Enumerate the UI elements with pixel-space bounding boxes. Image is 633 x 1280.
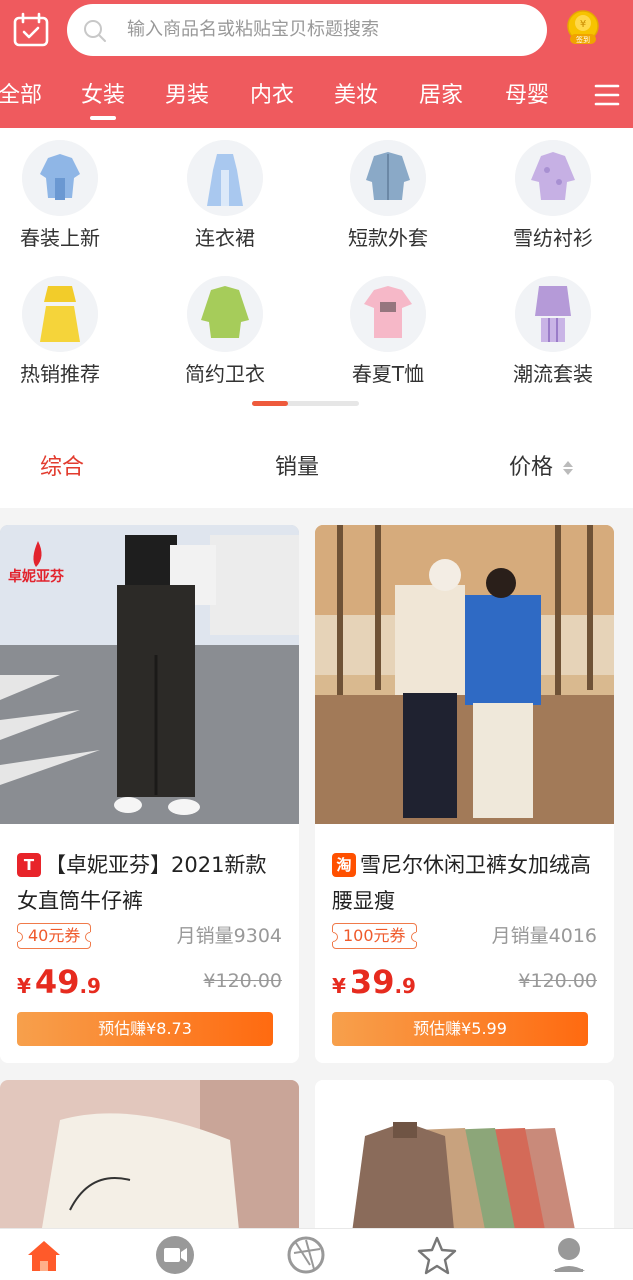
subcat-label: 春装上新 (20, 226, 100, 250)
subcategory-panel: 春装上新 连衣裙 短款外套 雪纺衬衫 热销推荐 简约卫衣 春夏T恤 潮流套装 综… (0, 128, 633, 508)
subcat-label: 雪纺衬衫 (513, 226, 593, 250)
header-bar: 输入商品名或粘贴宝贝标题搜索 ¥ 签到 全部 女装 男装 内衣 美妆 居家 母婴 (0, 0, 633, 128)
taobao-badge-icon: 淘 (332, 853, 356, 877)
product-image (0, 1080, 299, 1240)
product-title-text: 【卓妮亚芬】2021新款女直筒牛仔裤 (17, 853, 267, 913)
video-icon[interactable] (153, 1235, 197, 1275)
original-price: ¥120.00 (518, 970, 597, 992)
hoodie-thumbnail (187, 276, 263, 352)
search-placeholder[interactable]: 输入商品名或粘贴宝贝标题搜索 (127, 4, 379, 56)
product-title-text: 雪尼尔休闲卫裤女加绒高腰显瘦 (332, 853, 591, 913)
price-integer: 39 (349, 963, 395, 1001)
tshirt-thumbnail (350, 276, 426, 352)
product-card[interactable]: 淘雪尼尔休闲卫裤女加绒高腰显瘦 100元券 月销量4016 ¥39.9 ¥120… (315, 525, 614, 1063)
aperture-icon[interactable] (284, 1235, 328, 1275)
product-title: T 【卓妮亚芬】2021新款女直筒牛仔裤 (17, 847, 287, 919)
bottom-nav (0, 1228, 633, 1280)
original-price: ¥120.00 (203, 970, 282, 992)
subcat-label: 连衣裙 (195, 226, 255, 250)
coupon-badge[interactable]: 100元券 (332, 923, 417, 949)
subcat-spring-new[interactable]: 春装上新 (0, 140, 135, 251)
subcat-label: 简约卫衣 (185, 362, 265, 386)
product-image (315, 525, 614, 824)
page-indicator (252, 401, 359, 406)
checkin-label: 签到 (576, 35, 590, 44)
subcat-tshirt[interactable]: 春夏T恤 (313, 276, 463, 387)
subcat-label: 春夏T恤 (351, 362, 425, 386)
product-title: 淘雪尼尔休闲卫裤女加绒高腰显瘦 (332, 847, 602, 919)
tab-all[interactable]: 全部 (0, 76, 42, 116)
tab-home[interactable]: 居家 (419, 76, 463, 116)
subcat-label: 热销推荐 (20, 362, 100, 386)
price-decimal: .9 (394, 974, 416, 998)
sort-arrows-icon (563, 461, 573, 475)
current-price: ¥39.9 (332, 963, 416, 1001)
tab-beauty[interactable]: 美妆 (334, 76, 378, 116)
tab-underwear[interactable]: 内衣 (250, 76, 294, 116)
svg-text:¥: ¥ (580, 19, 586, 30)
sort-sales[interactable]: 销量 (275, 440, 319, 496)
subcat-hot-picks[interactable]: 热销推荐 (0, 276, 135, 387)
dress-thumbnail (187, 140, 263, 216)
category-tabs: 全部 女装 男装 内衣 美妆 居家 母婴 (0, 76, 633, 120)
current-price: ¥49.9 (17, 963, 101, 1001)
yellow-set-thumbnail (22, 276, 98, 352)
tab-baby[interactable]: 母婴 (505, 76, 549, 116)
monthly-sales: 月销量9304 (176, 925, 282, 947)
product-image: 卓妮亚芬 (0, 525, 299, 824)
product-card[interactable] (315, 1080, 614, 1240)
page-indicator-active (252, 401, 288, 406)
subcat-dress[interactable]: 连衣裙 (150, 140, 300, 251)
price-decimal: .9 (79, 974, 101, 998)
subcat-short-jacket[interactable]: 短款外套 (313, 140, 463, 251)
home-icon[interactable] (22, 1235, 66, 1275)
checkin-coin-icon[interactable]: ¥ 签到 (565, 10, 601, 46)
subcat-trend-set[interactable]: 潮流套装 (478, 276, 628, 387)
price-integer: 49 (34, 963, 80, 1001)
chiffon-shirt-thumbnail (515, 140, 591, 216)
currency-symbol: ¥ (332, 974, 346, 998)
tab-men[interactable]: 男装 (165, 76, 209, 116)
subcat-chiffon-shirt[interactable]: 雪纺衬衫 (478, 140, 628, 251)
star-icon[interactable] (415, 1235, 459, 1275)
estimated-earn-button[interactable]: 预估赚¥5.99 (332, 1012, 588, 1046)
product-card[interactable]: 卓妮亚芬 T 【卓妮亚芬】2021新款女直筒牛仔裤 40元券 月销量9304 ¥4… (0, 525, 299, 1063)
calendar-check-icon[interactable] (12, 12, 50, 48)
sort-price[interactable]: 价格 (509, 440, 553, 496)
product-image (315, 1080, 614, 1240)
subcat-label: 短款外套 (348, 226, 428, 250)
subcat-label: 潮流套装 (513, 362, 593, 386)
coupon-badge[interactable]: 40元券 (17, 923, 92, 949)
search-bar[interactable]: 输入商品名或粘贴宝贝标题搜索 (67, 4, 547, 56)
tab-women[interactable]: 女装 (81, 76, 125, 116)
profile-icon[interactable] (547, 1235, 591, 1275)
monthly-sales: 月销量4016 (491, 925, 597, 947)
search-icon (84, 20, 106, 42)
product-card[interactable] (0, 1080, 299, 1240)
plaid-set-thumbnail (515, 276, 591, 352)
tmall-badge-icon: T (17, 853, 41, 877)
shop-watermark: 卓妮亚芬 (8, 568, 65, 585)
sort-bar: 综合 销量 价格 (0, 440, 633, 496)
blouse-thumbnail (22, 140, 98, 216)
denim-jacket-thumbnail (350, 140, 426, 216)
menu-icon[interactable] (594, 82, 620, 108)
estimated-earn-button[interactable]: 预估赚¥8.73 (17, 1012, 273, 1046)
sort-comprehensive[interactable]: 综合 (40, 440, 84, 496)
currency-symbol: ¥ (17, 974, 31, 998)
subcat-hoodie[interactable]: 简约卫衣 (150, 276, 300, 387)
